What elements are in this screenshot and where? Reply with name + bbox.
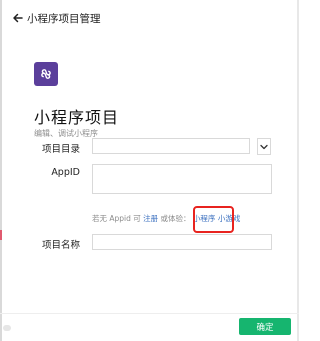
- hint-prefix: 若无 Appid 可: [92, 214, 141, 223]
- right-panel-edge: [297, 0, 299, 341]
- try-minigame-link[interactable]: 小游戏: [218, 214, 241, 223]
- back-arrow-icon: [13, 13, 23, 23]
- project-dir-label: 项目目录: [41, 144, 80, 155]
- left-panel-edge: [0, 0, 2, 341]
- project-name-input[interactable]: [92, 234, 272, 250]
- page-title: 小程序项目: [34, 108, 120, 127]
- chevron-down-icon: [260, 144, 268, 149]
- dir-dropdown-button[interactable]: [257, 138, 271, 155]
- page-subtitle: 编辑、调试小程序: [34, 129, 98, 138]
- try-miniprogram-link[interactable]: 小程序: [193, 214, 216, 223]
- register-link[interactable]: 注册: [143, 214, 158, 223]
- appid-label: AppID: [51, 167, 80, 178]
- hint-or-try: 或体验：: [160, 214, 191, 223]
- scrollbar-handle[interactable]: [3, 325, 11, 331]
- appid-hint: 若无 Appid 可 注册 或体验： 小程序 小游戏: [92, 213, 240, 224]
- back-to-project-manager[interactable]: 小程序项目管理: [12, 10, 101, 26]
- footer-divider: [0, 313, 299, 314]
- create-project-window: 小程序项目管理 小程序项目 编辑、调试小程序 项目目录 AppID 若无 App…: [0, 0, 299, 341]
- project-name-label: 项目名称: [41, 240, 80, 251]
- appid-input[interactable]: [92, 164, 272, 194]
- miniprogram-logo-icon: [34, 62, 58, 86]
- project-dir-input[interactable]: [92, 138, 250, 154]
- back-nav-label: 小程序项目管理: [27, 12, 101, 25]
- confirm-button[interactable]: 确定: [239, 318, 291, 335]
- left-edge-accent: [0, 230, 2, 240]
